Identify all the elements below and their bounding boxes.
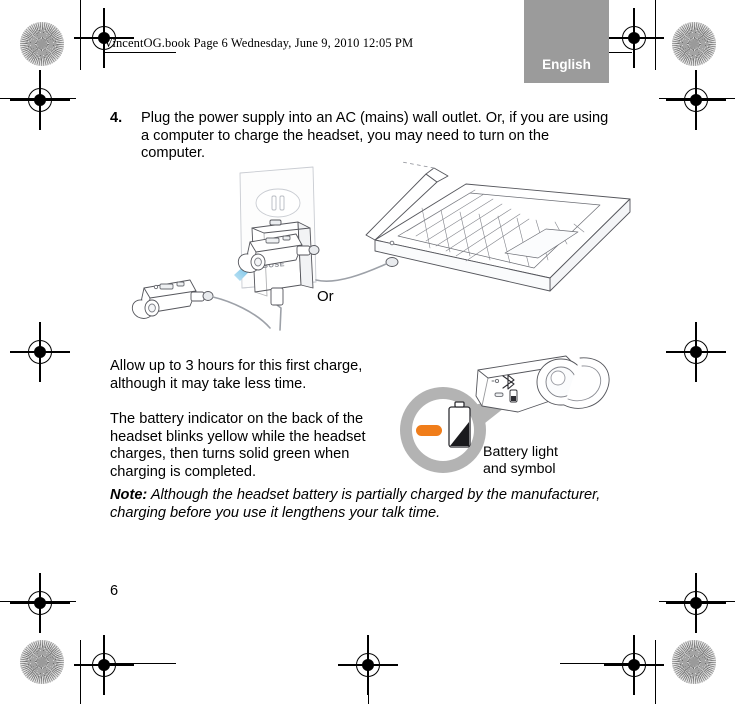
registration-rosette-top-right <box>672 22 716 66</box>
registration-target-bottom-left <box>74 635 134 695</box>
registration-rosette-bottom-right <box>672 640 716 684</box>
registration-target-upper-left <box>10 70 70 130</box>
trim-mark-right-lower <box>659 601 735 603</box>
page-number: 6 <box>110 583 119 599</box>
trim-mark-bottom-left <box>104 663 176 665</box>
battery-light-caption: Battery light and symbol <box>483 444 558 477</box>
charging-illustration: BOSE <box>130 160 631 335</box>
registration-rosette-bottom-left <box>20 640 64 684</box>
battery-symbol-icon <box>448 401 471 448</box>
manual-page: VincentOG.book Page 6 Wednesday, June 9,… <box>0 0 735 704</box>
battery-light-caption-line1: Battery light <box>483 444 558 460</box>
step-text: Plug the power supply into an AC (mains)… <box>141 110 609 162</box>
battery-led-orange <box>416 425 442 436</box>
battery-indicator-paragraph: The battery indicator on the back of the… <box>110 411 366 480</box>
book-file-header: VincentOG.book Page 6 Wednesday, June 9,… <box>104 36 414 50</box>
trim-mark-right-upper <box>659 98 735 100</box>
trim-mark-vert-top-left <box>80 0 82 70</box>
headset-back-view <box>475 355 610 413</box>
language-tab: English <box>524 0 609 83</box>
laptop <box>315 161 631 292</box>
note-text: Although the headset battery is partiall… <box>110 487 601 521</box>
trim-mark-bottom-right <box>560 663 632 665</box>
registration-rosette-top-left <box>20 22 64 66</box>
trim-mark-left-lower <box>0 601 76 603</box>
or-label: Or <box>317 288 334 305</box>
trim-mark-top-left <box>104 52 176 54</box>
language-tab-label: English <box>542 57 591 72</box>
step-number: 4. <box>110 110 123 126</box>
registration-target-lower-right <box>666 573 726 633</box>
trim-mark-vert-bottom-right <box>655 640 657 704</box>
registration-target-mid-left <box>10 322 70 382</box>
charge-time-paragraph: Allow up to 3 hours for this first charg… <box>110 358 363 392</box>
registration-target-bottom-right <box>604 635 664 695</box>
trim-mark-left-upper <box>0 98 76 100</box>
registration-target-lower-left <box>10 573 70 633</box>
trim-mark-vert-top-right <box>655 0 657 70</box>
trim-mark-vert-bottom-center <box>368 665 370 704</box>
registration-target-upper-right <box>666 70 726 130</box>
step-item: 4. Plug the power supply into an AC (mai… <box>110 110 615 163</box>
registration-target-mid-right <box>666 322 726 382</box>
trim-mark-vert-bottom-left <box>80 640 82 704</box>
note-block: Note: Although the headset battery is pa… <box>110 487 610 522</box>
battery-light-caption-line2: and symbol <box>483 460 556 477</box>
note-label: Note: <box>110 487 148 503</box>
